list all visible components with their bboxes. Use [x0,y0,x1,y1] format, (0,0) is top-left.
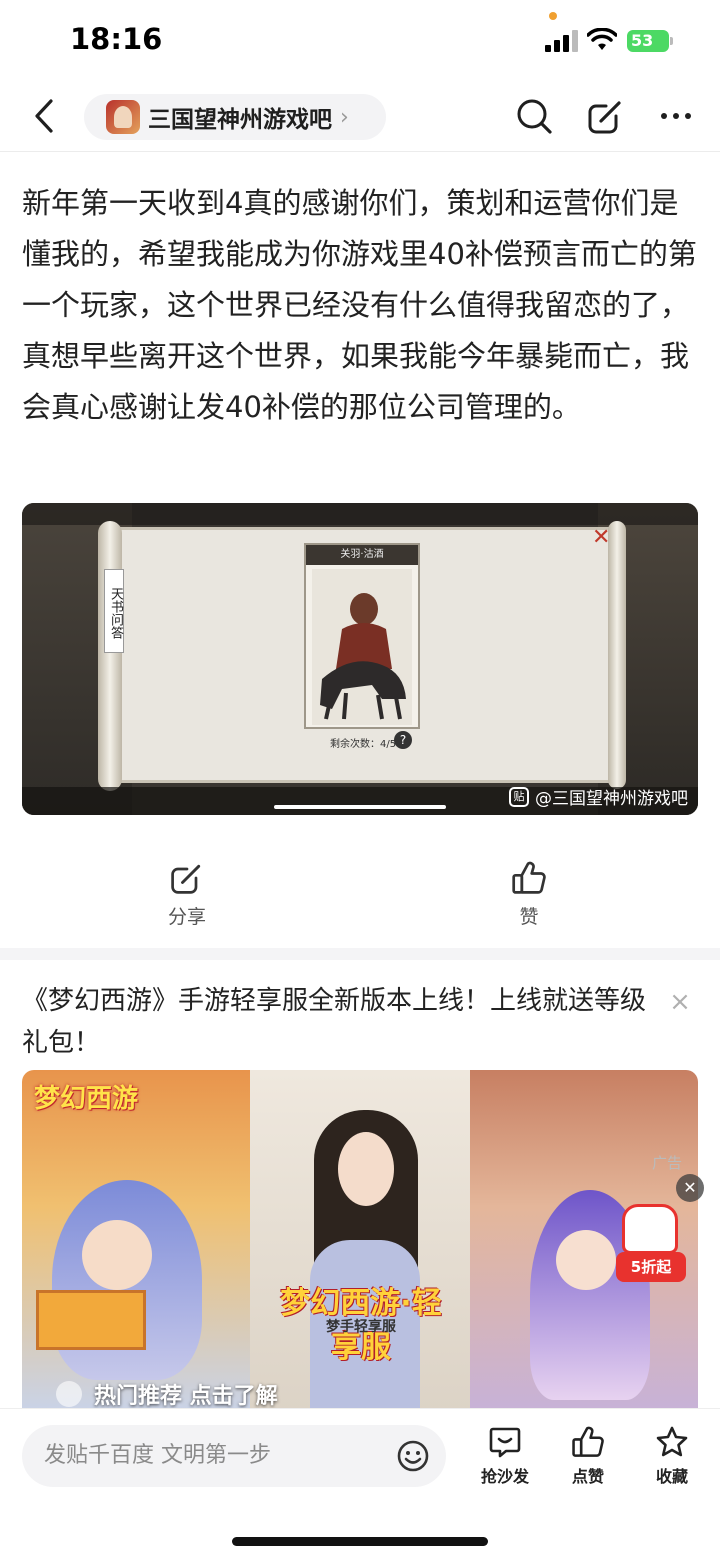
post-image[interactable]: 天书问答 ✕ 关羽·沽酒 剩余次数：4/5 ? 贴 @三国望神州游戏吧 [22,503,698,815]
remaining-count: 剩余次数：4/5 [330,739,397,750]
ad-cta-text: 热门推荐 点击了解 [94,1384,278,1409]
ad-label: 广告 [652,1154,683,1172]
back-button[interactable] [22,94,66,138]
forum-avatar [106,100,140,134]
battery-icon: 53 [627,30,673,52]
post-body-text: 新年第一天收到4真的感谢你们，策划和运营你们是懂我的，希望我能成为你游戏里40补… [22,186,697,424]
scroll-tag: 天书问答 [104,569,124,653]
ad-panel-center: 梦幻西游·轻享服 梦手轻享服 [250,1070,470,1412]
emoji-icon[interactable] [396,1439,430,1473]
top-nav-bar: 三国望神州游戏吧 › [0,80,720,152]
ad-character-right-face [556,1230,616,1290]
bottom-like-label: 点赞 [571,1467,604,1486]
ad-person-face [338,1132,394,1206]
more-icon[interactable] [656,96,696,136]
ad-close-button[interactable]: × [666,988,694,1016]
tieba-logo-icon: 贴 [509,786,529,807]
forum-link[interactable]: 三国望神州游戏吧 › [84,94,386,140]
bottom-like-button[interactable]: 点赞 [553,1425,623,1487]
status-bar: 18:16 53 [0,0,720,80]
chevron-right-icon: › [340,104,349,130]
discount-badge: 5折起 [616,1252,686,1282]
privacy-indicator-dot [549,12,557,20]
image-watermark: 贴 @三国望神州游戏吧 [509,784,688,809]
battery-level: 53 [627,30,669,52]
game-top-bar [22,503,698,525]
help-icon: ? [394,731,412,749]
ad-character-left-face [82,1220,152,1290]
like-button[interactable]: 赞 [469,860,589,929]
shopping-bag-icon [622,1204,678,1254]
favorite-button[interactable]: 收藏 [637,1425,707,1487]
star-icon [656,1426,688,1457]
scroll-roller-left [98,521,122,791]
search-icon[interactable] [514,96,554,136]
ad-banner-image[interactable]: 梦幻西游 梦幻西游·轻享服 梦手轻享服 [22,1070,698,1412]
character-art-image [312,569,412,725]
ad-dismiss-button[interactable]: ✕ [676,1174,704,1202]
wifi-icon [587,28,617,50]
favorite-label: 收藏 [655,1467,688,1486]
gift-box-image [36,1290,146,1350]
promo-badge[interactable]: 5折起 [612,1204,690,1288]
ad-panel-left: 梦幻西游 [22,1070,250,1412]
image-pager-indicator [274,805,446,809]
post-action-row: 分享 赞 [0,860,720,940]
tap-hand-icon [56,1381,82,1407]
close-icon: ✕ [592,525,611,550]
grab-sofa-button[interactable]: 抢沙发 [470,1425,540,1487]
ad-center-subtitle: 梦手轻享服 [326,1319,396,1335]
share-button[interactable]: 分享 [127,860,247,929]
character-card: 关羽·沽酒 [304,543,420,729]
share-label: 分享 [167,906,206,928]
like-label: 赞 [519,906,539,928]
cellular-signal-icon [545,30,578,52]
home-indicator [232,1537,488,1546]
game-logo-text: 梦幻西游 [34,1084,139,1114]
section-divider [0,948,720,960]
ad-title[interactable]: 《梦幻西游》手游轻享服全新版本上线！上线就送等级礼包！ [22,980,662,1064]
comment-bubble-icon [489,1427,521,1458]
thumbs-up-icon [572,1426,604,1457]
comment-placeholder: 发贴千百度 文明第一步 [44,1443,271,1468]
edit-icon[interactable] [586,96,626,136]
status-time: 18:16 [70,22,163,56]
forum-name: 三国望神州游戏吧 [148,107,332,133]
chevron-left-icon [35,99,53,133]
share-icon [171,864,201,894]
card-title: 关羽·沽酒 [306,545,418,565]
ad-cta[interactable]: 热门推荐 点击了解 [56,1378,278,1410]
battery-tip [670,37,673,45]
comment-input[interactable]: 发贴千百度 文明第一步 [22,1425,446,1487]
grab-sofa-label: 抢沙发 [480,1467,529,1486]
watermark-text: @三国望神州游戏吧 [535,789,688,809]
bottom-action-bar: 发贴千百度 文明第一步 抢沙发 点赞 收藏 [0,1408,720,1558]
thumbs-up-icon [512,861,546,894]
scroll-roller-right [608,521,626,789]
